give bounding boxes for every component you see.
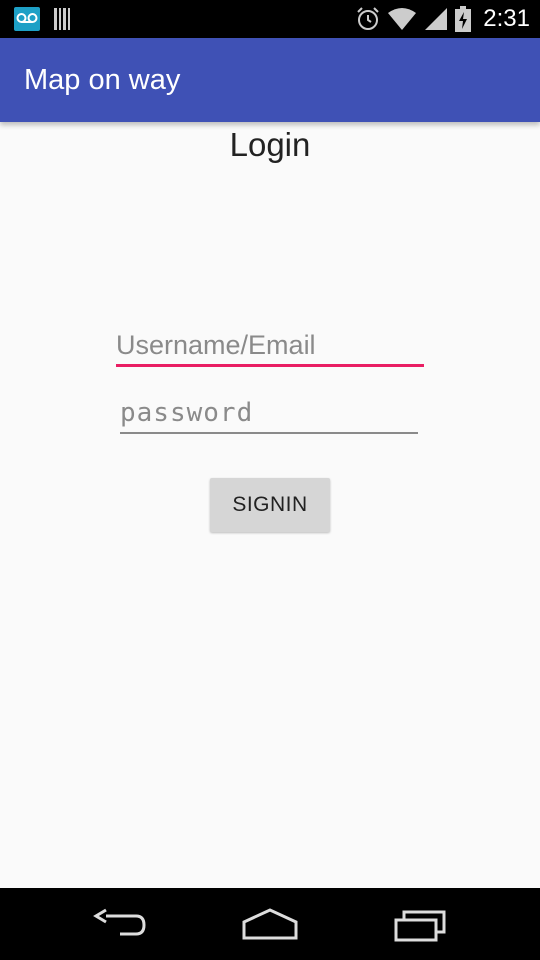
status-time: 2:31	[483, 5, 530, 32]
username-input[interactable]	[116, 326, 424, 367]
battery-charging-icon	[455, 6, 472, 32]
voicemail-icon	[14, 7, 40, 31]
app-title: Map on way	[24, 64, 181, 96]
app-bar: Map on way	[0, 38, 540, 122]
signal-icon	[425, 8, 448, 30]
password-input[interactable]	[120, 394, 418, 434]
wifi-icon	[388, 8, 417, 30]
recent-apps-icon[interactable]	[392, 906, 450, 944]
home-icon[interactable]	[240, 906, 300, 944]
status-bar: 2:31	[0, 0, 540, 38]
navigation-bar	[0, 888, 540, 960]
login-heading: Login	[229, 126, 311, 163]
back-icon[interactable]	[92, 906, 148, 944]
barcode-icon	[54, 8, 72, 30]
signin-button[interactable]: SIGNIN	[210, 478, 330, 532]
alarm-icon	[357, 7, 379, 30]
